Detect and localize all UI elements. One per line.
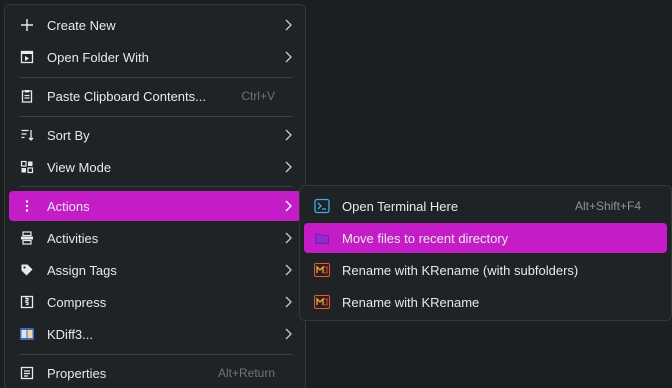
chevron-right-icon	[285, 19, 292, 31]
shortcut-label: Alt+Return	[217, 366, 275, 380]
sort-icon	[19, 127, 35, 143]
menu-separator	[19, 354, 293, 355]
menu-item-label: Sort By	[47, 127, 90, 143]
menu-separator	[19, 186, 293, 187]
menu-item-create-new[interactable]: Create New	[9, 10, 301, 40]
menu-item-properties[interactable]: Properties Alt+Return	[9, 358, 301, 388]
menu-item-compress[interactable]: Compress	[9, 287, 301, 317]
kdiff3-icon	[19, 326, 35, 342]
menu-item-label: Rename with KRename (with subfolders)	[342, 262, 579, 278]
menu-item-assign-tags[interactable]: Assign Tags	[9, 255, 301, 285]
menu-item-kdiff3[interactable]: KDiff3...	[9, 319, 301, 349]
shortcut-label: Alt+Shift+F4	[574, 199, 641, 213]
menu-item-label: Actions	[47, 198, 90, 214]
view-mode-icon	[19, 159, 35, 175]
properties-icon	[19, 365, 35, 381]
menu-item-label: Compress	[47, 294, 107, 310]
menu-separator	[19, 116, 293, 117]
menu-item-view-mode[interactable]: View Mode	[9, 152, 301, 182]
menu-item-label: View Mode	[47, 159, 112, 175]
menu-item-label: Paste Clipboard Contents...	[47, 88, 206, 104]
menu-item-open-folder-with[interactable]: Open Folder With	[9, 42, 301, 72]
folder-move-icon	[314, 230, 330, 246]
submenu-item-krename-subfolders[interactable]: Rename with KRename (with subfolders)	[304, 255, 667, 285]
chevron-right-icon	[285, 51, 292, 63]
menu-item-label: Move files to recent directory	[342, 230, 509, 246]
activities-icon	[19, 230, 35, 246]
chevron-right-icon	[285, 296, 292, 308]
menu-item-label: Open Terminal Here	[342, 198, 459, 214]
menu-item-label: Properties	[47, 365, 107, 381]
menu-item-label: Create New	[47, 17, 116, 33]
submenu-item-open-terminal[interactable]: Open Terminal Here Alt+Shift+F4	[304, 191, 667, 221]
plus-icon	[19, 17, 35, 33]
chevron-right-icon	[285, 161, 292, 173]
chevron-right-icon	[285, 264, 292, 276]
menu-item-label: Rename with KRename	[342, 294, 480, 310]
menu-item-sort-by[interactable]: Sort By	[9, 120, 301, 150]
krename-icon	[314, 262, 330, 278]
compress-icon	[19, 294, 35, 310]
chevron-right-icon	[285, 129, 292, 141]
chevron-right-icon	[285, 232, 292, 244]
menu-item-actions[interactable]: Actions	[9, 191, 301, 221]
menu-item-paste[interactable]: Paste Clipboard Contents... Ctrl+V	[9, 81, 301, 111]
context-menu: Create New Open Folder With Paste Clipbo…	[4, 4, 306, 388]
vertical-dots-icon	[19, 198, 35, 214]
open-with-icon	[19, 49, 35, 65]
terminal-icon	[314, 198, 330, 214]
shortcut-label: Ctrl+V	[241, 89, 275, 103]
menu-item-label: KDiff3...	[47, 326, 94, 342]
krename-icon	[314, 294, 330, 310]
tag-icon	[19, 262, 35, 278]
submenu-item-move-files[interactable]: Move files to recent directory	[304, 223, 667, 253]
desktop-background: Create New Open Folder With Paste Clipbo…	[0, 0, 672, 388]
clipboard-icon	[19, 88, 35, 104]
chevron-right-icon	[285, 328, 292, 340]
menu-item-label: Open Folder With	[47, 49, 149, 65]
menu-item-label: Assign Tags	[47, 262, 117, 278]
submenu-item-krename[interactable]: Rename with KRename	[304, 287, 667, 317]
menu-item-activities[interactable]: Activities	[9, 223, 301, 253]
actions-submenu: Open Terminal Here Alt+Shift+F4 Move fil…	[299, 185, 672, 321]
chevron-right-icon	[285, 200, 292, 212]
menu-item-label: Activities	[47, 230, 99, 246]
menu-separator	[19, 77, 293, 78]
